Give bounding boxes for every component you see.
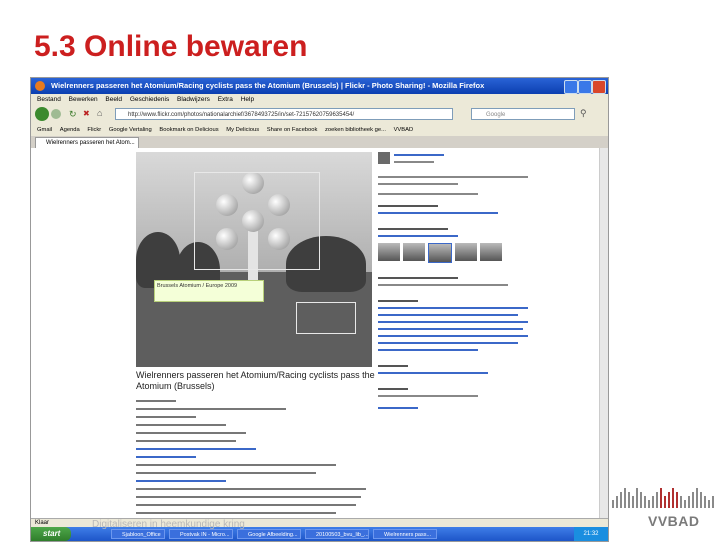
logo-bar <box>612 500 614 508</box>
address-bar[interactable]: http://www.flickr.com/photos/nationalarc… <box>115 108 453 120</box>
bookmark-my-delicious[interactable]: My Delicious <box>226 127 259 133</box>
menu-item-bewerken[interactable]: Bewerken <box>69 96 98 103</box>
logo-bar <box>632 496 634 508</box>
thumbnail[interactable] <box>455 243 477 261</box>
firefox-icon <box>35 81 45 91</box>
search-icon[interactable]: ⚲ <box>580 108 587 119</box>
logo-bar <box>704 496 706 508</box>
logo-bar <box>644 496 646 508</box>
logo-bar <box>712 496 714 508</box>
home-icon[interactable]: ⌂ <box>97 108 102 118</box>
slide-title: 5.3 Online bewaren <box>34 30 308 63</box>
bookmarks-toolbar: Gmail Agenda Flickr Google Vertaling Boo… <box>31 124 608 136</box>
photo-description <box>136 394 376 534</box>
logo-bar <box>664 496 666 508</box>
flickr-photo[interactable]: Brussels Atomium / Europe 2009 <box>136 152 372 367</box>
taskbar-clock: 21:32 <box>574 527 608 541</box>
logo-bar <box>640 492 642 508</box>
logo-bar <box>620 492 622 508</box>
taskbar-item[interactable]: Sjabloon_Office <box>111 529 165 539</box>
maximize-button[interactable] <box>578 80 592 94</box>
page-content: Brussels Atomium / Europe 2009 Wielrenne… <box>31 148 600 534</box>
taskbar-item[interactable]: Postvak IN - Micro... <box>169 529 233 539</box>
bookmark-agenda[interactable]: Agenda <box>60 127 80 133</box>
bookmark-delicious[interactable]: Bookmark on Delicious <box>159 127 218 133</box>
taskbar-item[interactable]: 20100503_bvu_lib_... <box>305 529 369 539</box>
window-title: Wielrenners passeren het Atomium/Racing … <box>51 81 485 90</box>
thumbnail[interactable] <box>378 243 400 261</box>
logo-bar <box>636 488 638 508</box>
navigation-bar: ↻ ✖ ⌂ http://www.flickr.com/photos/natio… <box>31 105 608 124</box>
photo-title: Wielrenners passeren het Atomium/Racing … <box>136 370 375 391</box>
bookmark-google-vertaling[interactable]: Google Vertaling <box>109 127 152 133</box>
stop-icon[interactable]: ✖ <box>83 109 90 118</box>
logo-bar <box>700 492 702 508</box>
menu-item-beeld[interactable]: Beeld <box>105 96 122 103</box>
avatar[interactable] <box>378 152 390 164</box>
logo-bar <box>652 496 654 508</box>
tab-strip: Wielrenners passeren het Atom... <box>31 136 608 148</box>
photo-note: Brussels Atomium / Europe 2009 <box>154 280 264 302</box>
logo-bar <box>676 492 678 508</box>
bookmark-vvbad[interactable]: VVBAD <box>394 127 414 133</box>
slide-footer: Digitaliseren in heemkundige kring <box>92 519 245 530</box>
bookmark-flickr[interactable]: Flickr <box>87 127 101 133</box>
note-frame[interactable] <box>194 172 320 270</box>
note-frame[interactable] <box>296 302 356 334</box>
bookmark-gmail[interactable]: Gmail <box>37 127 52 133</box>
logo-bar <box>656 492 658 508</box>
search-field[interactable]: Google <box>471 108 575 120</box>
vvbad-logo-bars <box>612 488 718 508</box>
logo-bar <box>660 488 662 508</box>
context-thumbnails <box>378 243 578 263</box>
thumbnail[interactable] <box>480 243 502 261</box>
forward-button[interactable] <box>51 109 61 119</box>
logo-bar <box>648 500 650 508</box>
window-titlebar: Wielrenners passeren het Atomium/Racing … <box>31 78 608 94</box>
photo-sidebar <box>378 152 578 409</box>
reload-icon[interactable]: ↻ <box>69 109 77 120</box>
logo-bar <box>684 500 686 508</box>
menu-item-help[interactable]: Help <box>241 96 254 103</box>
logo-bar <box>672 488 674 508</box>
logo-bar <box>624 488 626 508</box>
logo-bar <box>688 496 690 508</box>
logo-bar <box>696 488 698 508</box>
menu-bar: Bestand Bewerken Beeld Geschiedenis Blad… <box>31 94 608 105</box>
logo-bar <box>616 496 618 508</box>
logo-bar <box>680 496 682 508</box>
menu-item-extra[interactable]: Extra <box>218 96 233 103</box>
bookmark-bibliotheek[interactable]: zoeken bibliotheek ge... <box>325 127 386 133</box>
back-button[interactable] <box>35 107 49 121</box>
minimize-button[interactable] <box>564 80 578 94</box>
close-button[interactable] <box>592 80 606 94</box>
logo-bar <box>628 492 630 508</box>
menu-item-bladwijzers[interactable]: Bladwijzers <box>177 96 210 103</box>
taskbar-item[interactable]: Google Afbeelding... <box>237 529 301 539</box>
thumbnail[interactable] <box>428 243 452 263</box>
screenshot-frame: Wielrenners passeren het Atomium/Racing … <box>30 77 609 542</box>
thumbnail[interactable] <box>403 243 425 261</box>
logo-bar <box>708 500 710 508</box>
tab-flickr-photo[interactable]: Wielrenners passeren het Atom... <box>35 137 139 148</box>
taskbar-item[interactable]: Wielrenners pass... <box>373 529 437 539</box>
logo-bar <box>692 492 694 508</box>
menu-item-bestand[interactable]: Bestand <box>37 96 61 103</box>
vertical-scrollbar[interactable] <box>599 148 608 518</box>
start-button[interactable]: start <box>31 527 71 541</box>
sidebar-set-section <box>378 205 438 207</box>
bookmark-facebook[interactable]: Share on Facebook <box>267 127 318 133</box>
vvbad-logo: VVBAD <box>648 513 700 529</box>
logo-bar <box>668 492 670 508</box>
menu-item-geschiedenis[interactable]: Geschiedenis <box>130 96 169 103</box>
